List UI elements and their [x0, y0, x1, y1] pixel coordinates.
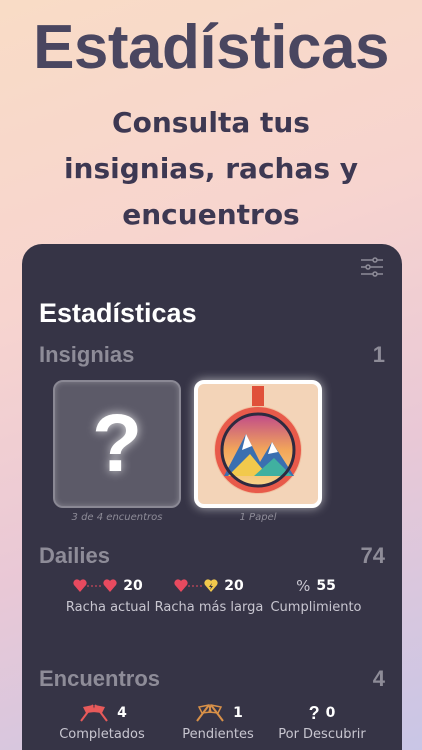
encuentros-count: 4 — [372, 666, 385, 691]
badge-locked[interactable]: ? — [53, 380, 181, 508]
dailies-header[interactable]: Dailies 74 — [39, 543, 385, 569]
promo-title: Estadísticas — [33, 13, 389, 82]
orange-flags-icon — [196, 704, 224, 722]
racha-larga-label: Racha más larga — [154, 600, 264, 615]
insignias-header[interactable]: Insignias 1 — [39, 342, 385, 368]
cumplimiento-value: 55 — [316, 578, 336, 594]
percent-icon: % — [296, 577, 311, 595]
insignias-label: Insignias — [39, 342, 135, 367]
question-icon: ? — [308, 702, 320, 723]
racha-actual-label: Racha actual — [65, 600, 151, 615]
hearts-icon — [73, 579, 117, 592]
badge-caption-earned: 1 Papel — [239, 512, 277, 523]
stat-racha-actual: 20 Racha actual — [58, 576, 158, 615]
cumplimiento-label: Cumplimiento — [270, 600, 362, 615]
por-descubrir-value: 0 — [325, 705, 336, 721]
heart-bolt-icon — [174, 579, 218, 592]
dailies-count: 74 — [360, 543, 385, 568]
racha-actual-value: 20 — [123, 578, 143, 594]
stat-racha-larga: 20 Racha más larga — [154, 576, 264, 615]
pendientes-label: Pendientes — [182, 727, 254, 742]
stat-completados: 4 Completados — [54, 703, 150, 742]
stat-pendientes: 1 Pendientes — [168, 703, 268, 742]
promo-subtitle: Consulta tus insignias, rachas y encuent… — [63, 106, 359, 231]
badge-earned[interactable] — [194, 380, 322, 508]
insignias-count: 1 — [372, 342, 385, 367]
red-flags-icon — [80, 704, 108, 722]
pendientes-value: 1 — [233, 705, 243, 721]
dailies-label: Dailies — [39, 543, 110, 568]
encuentros-header[interactable]: Encuentros 4 — [39, 666, 385, 692]
question-mark-icon: ? — [91, 398, 143, 489]
stat-por-descubrir: ? 0 Por Descubrir — [272, 702, 372, 743]
por-descubrir-label: Por Descubrir — [278, 727, 366, 742]
racha-larga-value: 20 — [224, 578, 244, 594]
badge-caption-locked: 3 de 4 encuentros — [71, 512, 163, 523]
encuentros-label: Encuentros — [39, 666, 161, 691]
completados-value: 4 — [117, 705, 127, 721]
completados-label: Completados — [59, 727, 145, 742]
stat-cumplimiento: % 55 Cumplimiento — [268, 576, 364, 615]
filter-sliders-icon[interactable] — [360, 256, 384, 278]
screen-title: Estadísticas — [39, 298, 197, 328]
app-screen: Estadísticas Insignias 1 ? 3 de 4 encuen… — [22, 244, 402, 750]
mountain-medal-icon — [214, 386, 302, 494]
